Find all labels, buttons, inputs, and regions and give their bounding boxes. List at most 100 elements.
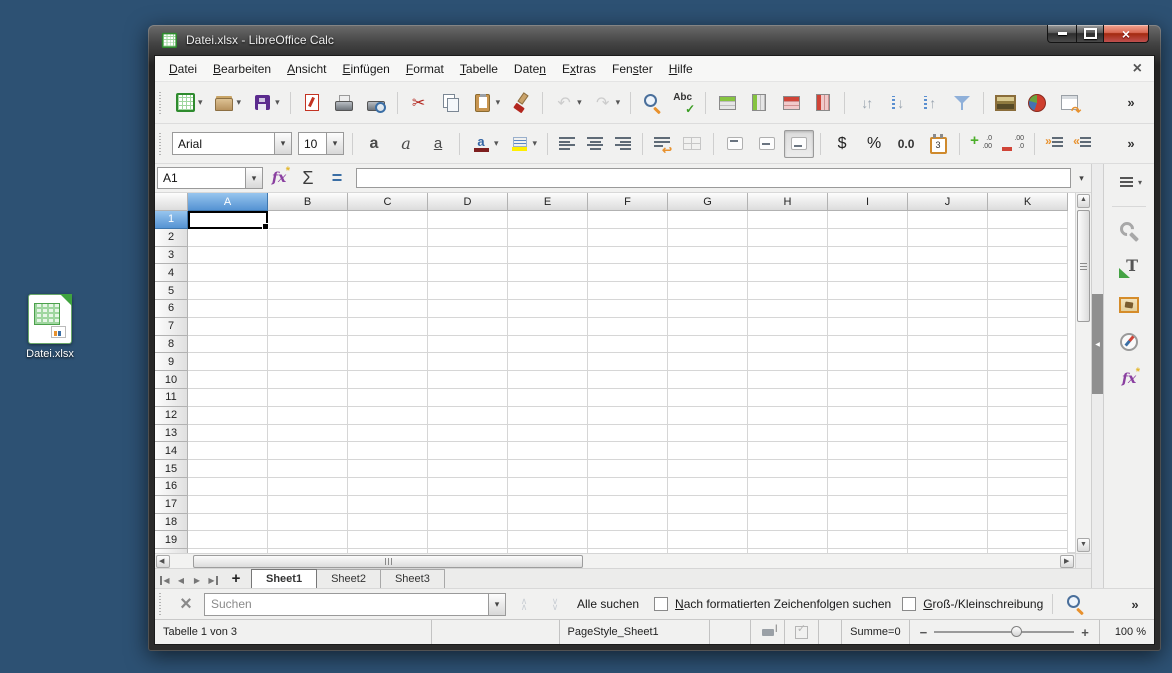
- sheet-tab-sheet2[interactable]: Sheet2: [316, 569, 381, 588]
- cell-I6[interactable]: [828, 300, 908, 318]
- expand-formula-bar-button[interactable]: [1074, 168, 1089, 188]
- formatted-search-label[interactable]: Nach formatierten Zeichenfolgen suchen: [675, 597, 891, 611]
- minimize-button[interactable]: [1047, 25, 1077, 43]
- cell-D13[interactable]: [428, 425, 508, 443]
- cell-G19[interactable]: [668, 531, 748, 549]
- cell-F17[interactable]: [588, 496, 668, 514]
- cell-A17[interactable]: [188, 496, 268, 514]
- cell-B7[interactable]: [268, 318, 348, 336]
- cell-K9[interactable]: [988, 353, 1068, 371]
- cell-K10[interactable]: [988, 371, 1068, 389]
- cell-H17[interactable]: [748, 496, 828, 514]
- cell-C17[interactable]: [348, 496, 428, 514]
- cell-K3[interactable]: [988, 247, 1068, 265]
- cell-A6[interactable]: [188, 300, 268, 318]
- zoom-track[interactable]: [934, 631, 1074, 633]
- cell-F11[interactable]: [588, 389, 668, 407]
- cell-G1[interactable]: [668, 211, 748, 229]
- cell-K4[interactable]: [988, 264, 1068, 282]
- dropdown-arrow-icon[interactable]: ▾: [1138, 178, 1142, 187]
- sidebar-gallery-button[interactable]: [1116, 292, 1142, 318]
- name-box[interactable]: A1 ▾: [157, 167, 263, 189]
- dropdown-arrow-icon[interactable]: ▾: [326, 133, 343, 154]
- autofilter-button[interactable]: [947, 89, 977, 117]
- search-input[interactable]: [205, 597, 488, 611]
- cell-H19[interactable]: [748, 531, 828, 549]
- grid-corner[interactable]: [155, 193, 188, 211]
- vertical-scroll-thumb[interactable]: [1077, 210, 1090, 322]
- row-header-8[interactable]: 8: [155, 336, 188, 354]
- cell-C9[interactable]: [348, 353, 428, 371]
- cell-J5[interactable]: [908, 282, 988, 300]
- cell-J17[interactable]: [908, 496, 988, 514]
- cell-K11[interactable]: [988, 389, 1068, 407]
- cell-B19[interactable]: [268, 531, 348, 549]
- cell-E15[interactable]: [508, 460, 588, 478]
- align-right-button[interactable]: [610, 130, 636, 158]
- first-sheet-button[interactable]: [157, 569, 173, 588]
- cell-J7[interactable]: [908, 318, 988, 336]
- cell-E5[interactable]: [508, 282, 588, 300]
- cell-F1[interactable]: [588, 211, 668, 229]
- cell-D15[interactable]: [428, 460, 508, 478]
- cell-C2[interactable]: [348, 229, 428, 247]
- number-format-button[interactable]: [891, 130, 921, 158]
- cell-A4[interactable]: [188, 264, 268, 282]
- cell-G15[interactable]: [668, 460, 748, 478]
- pivot-table-button[interactable]: [1054, 89, 1084, 117]
- row-header-6[interactable]: 6: [155, 300, 188, 318]
- sidebar-properties-button[interactable]: [1116, 218, 1142, 244]
- cell-I11[interactable]: [828, 389, 908, 407]
- cell-G12[interactable]: [668, 407, 748, 425]
- row-header-3[interactable]: 3: [155, 247, 188, 265]
- cell-F6[interactable]: [588, 300, 668, 318]
- next-sheet-button[interactable]: [189, 569, 205, 588]
- cell-K17[interactable]: [988, 496, 1068, 514]
- cell-H14[interactable]: [748, 442, 828, 460]
- add-decimal-button[interactable]: [966, 130, 996, 158]
- fill-handle[interactable]: [262, 223, 269, 230]
- cell-F12[interactable]: [588, 407, 668, 425]
- toolbar-grip[interactable]: [159, 593, 164, 615]
- cell-F16[interactable]: [588, 478, 668, 496]
- zoom-level-field[interactable]: 100 %: [1100, 620, 1154, 644]
- cell-I3[interactable]: [828, 247, 908, 265]
- formatted-search-checkbox[interactable]: [654, 597, 668, 611]
- cell-D8[interactable]: [428, 336, 508, 354]
- align-vcenter-button[interactable]: [752, 130, 782, 158]
- cell-D9[interactable]: [428, 353, 508, 371]
- cell-I8[interactable]: [828, 336, 908, 354]
- cell-G17[interactable]: [668, 496, 748, 514]
- row-header-4[interactable]: 4: [155, 264, 188, 282]
- cell-A18[interactable]: [188, 514, 268, 532]
- cell-B17[interactable]: [268, 496, 348, 514]
- cell-G16[interactable]: [668, 478, 748, 496]
- dropdown-arrow-icon[interactable]: ▾: [275, 97, 280, 108]
- cell-I17[interactable]: [828, 496, 908, 514]
- cell-G13[interactable]: [668, 425, 748, 443]
- cell-J19[interactable]: [908, 531, 988, 549]
- align-bottom-button[interactable]: [784, 130, 814, 158]
- cell-F8[interactable]: [588, 336, 668, 354]
- cell-A13[interactable]: [188, 425, 268, 443]
- cell-D16[interactable]: [428, 478, 508, 496]
- highlight-color-button[interactable]: ▾: [505, 130, 542, 158]
- cell-B4[interactable]: [268, 264, 348, 282]
- zoom-slider[interactable]: − +: [910, 620, 1100, 644]
- cell-D12[interactable]: [428, 407, 508, 425]
- formula-input[interactable]: [356, 168, 1071, 188]
- cell-G2[interactable]: [668, 229, 748, 247]
- menu-item-einfuegen[interactable]: Einfügen: [334, 59, 397, 79]
- cell-C6[interactable]: [348, 300, 428, 318]
- cell-F15[interactable]: [588, 460, 668, 478]
- last-sheet-button[interactable]: [205, 569, 221, 588]
- row-header-5[interactable]: 5: [155, 282, 188, 300]
- dropdown-arrow-icon[interactable]: ▾: [494, 138, 499, 149]
- cell-E14[interactable]: [508, 442, 588, 460]
- cell-J2[interactable]: [908, 229, 988, 247]
- column-header-K[interactable]: K: [988, 193, 1068, 211]
- paste-button[interactable]: ▾: [468, 89, 505, 117]
- cell-H11[interactable]: [748, 389, 828, 407]
- menu-item-tabelle[interactable]: Tabelle: [452, 59, 506, 79]
- previous-sheet-button[interactable]: [173, 569, 189, 588]
